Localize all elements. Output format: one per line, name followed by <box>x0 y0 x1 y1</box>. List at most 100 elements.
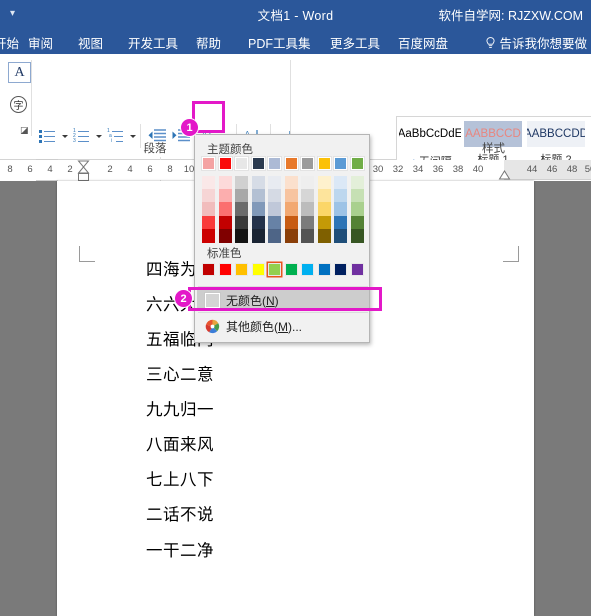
theme-color-variant-swatch[interactable] <box>202 189 215 203</box>
theme-color-variant-swatch[interactable] <box>284 215 298 230</box>
tab-developer[interactable]: 开发工具 <box>128 33 178 52</box>
multilevel-caret-icon[interactable] <box>130 135 136 138</box>
document-text-line: 九九归一 <box>146 400 214 419</box>
theme-color-swatch[interactable] <box>217 156 233 171</box>
theme-color-variant-swatch[interactable] <box>334 189 347 203</box>
theme-color-variant-swatch[interactable] <box>202 176 215 190</box>
theme-color-swatch[interactable] <box>283 156 299 171</box>
bullets-button[interactable] <box>38 127 58 145</box>
theme-color-variant-swatch[interactable] <box>268 176 281 190</box>
theme-color-variant-swatch[interactable] <box>350 176 364 190</box>
theme-color-swatch[interactable] <box>250 156 266 171</box>
standard-color-swatch[interactable] <box>251 263 265 276</box>
theme-color-variant-swatch[interactable] <box>268 228 281 243</box>
theme-color-variant-swatch[interactable] <box>202 202 215 217</box>
theme-color-swatch[interactable] <box>349 156 365 171</box>
theme-color-variant-swatch[interactable] <box>334 228 347 243</box>
theme-color-variant-swatch[interactable] <box>284 176 298 190</box>
theme-color-variant-swatch[interactable] <box>317 202 331 217</box>
theme-color-variant-swatch[interactable] <box>301 176 314 190</box>
theme-color-variant-swatch[interactable] <box>251 215 265 230</box>
theme-color-variant-swatch[interactable] <box>251 189 265 203</box>
tab-review[interactable]: 审阅 <box>28 33 53 52</box>
theme-color-variant-swatch[interactable] <box>301 215 314 230</box>
standard-color-swatch[interactable] <box>334 263 347 276</box>
standard-color-swatch[interactable] <box>350 263 364 276</box>
theme-color-variant-swatch[interactable] <box>235 202 248 217</box>
theme-color-variant-swatch[interactable] <box>350 202 364 217</box>
site-watermark: 软件自学网: RJZXW.COM <box>438 9 583 23</box>
theme-color-variant-swatch[interactable] <box>350 189 364 203</box>
tab-view[interactable]: 视图 <box>78 33 103 52</box>
numbering-caret-icon[interactable] <box>96 135 102 138</box>
theme-color-variant-swatch[interactable] <box>317 215 331 230</box>
theme-color-variant-swatch[interactable] <box>334 202 347 217</box>
theme-color-variant-swatch[interactable] <box>218 215 232 230</box>
standard-color-swatch[interactable] <box>218 263 232 276</box>
theme-color-swatch[interactable] <box>234 156 249 171</box>
theme-color-variant-swatch[interactable] <box>202 215 215 230</box>
theme-color-variant-swatch[interactable] <box>284 202 298 217</box>
theme-color-variant-swatch[interactable] <box>334 215 347 230</box>
theme-color-variant-swatch[interactable] <box>301 202 314 217</box>
theme-color-variant-swatch[interactable] <box>317 189 331 203</box>
theme-color-variant-swatch[interactable] <box>301 189 314 203</box>
theme-color-variant-swatch[interactable] <box>317 176 331 190</box>
tab-start[interactable]: 开始 <box>0 33 19 52</box>
theme-color-variant-swatch[interactable] <box>268 202 281 217</box>
theme-color-swatch[interactable] <box>316 156 332 171</box>
theme-color-variant-swatch[interactable] <box>251 228 265 243</box>
ruler-tick: 38 <box>452 164 464 175</box>
standard-color-swatch[interactable] <box>268 263 281 276</box>
theme-color-swatch[interactable] <box>333 156 348 171</box>
theme-color-variant-swatch[interactable] <box>235 189 248 203</box>
theme-color-variant-swatch[interactable] <box>218 189 232 203</box>
phonetic-guide-button[interactable]: 字 <box>10 96 27 113</box>
theme-color-variant-swatch[interactable] <box>350 215 364 230</box>
theme-color-variant-swatch[interactable] <box>284 189 298 203</box>
ruler-tick: 2 <box>107 164 113 175</box>
standard-color-swatch[interactable] <box>301 263 314 276</box>
right-indent-marker[interactable] <box>498 168 511 180</box>
theme-color-variant-swatch[interactable] <box>251 176 265 190</box>
theme-color-swatch[interactable] <box>267 156 282 171</box>
standard-colors-header: 标准色 <box>207 248 242 260</box>
left-indent-marker[interactable] <box>78 173 89 181</box>
theme-color-swatch[interactable] <box>201 156 216 171</box>
theme-color-variant-swatch[interactable] <box>218 202 232 217</box>
tab-baidu-pan[interactable]: 百度网盘 <box>398 33 448 52</box>
standard-color-swatch[interactable] <box>202 263 215 276</box>
text-effects-button[interactable]: A <box>8 62 31 83</box>
shading-color-dropdown[interactable]: 主题颜色 标准色 无颜色(N) 其他颜色(M)... <box>194 134 370 343</box>
theme-color-variant-swatch[interactable] <box>301 228 314 243</box>
no-color-menu-item[interactable]: 无颜色(N) <box>197 289 369 311</box>
theme-color-variant-swatch[interactable] <box>268 189 281 203</box>
theme-color-variant-swatch[interactable] <box>235 215 248 230</box>
tab-pdf-tools[interactable]: PDF工具集 <box>248 33 311 52</box>
bullets-caret-icon[interactable] <box>62 135 68 138</box>
more-colors-menu-item[interactable]: 其他颜色(M)... <box>197 315 369 337</box>
theme-color-variant-swatch[interactable] <box>251 202 265 217</box>
tab-help[interactable]: 帮助 <box>196 33 221 52</box>
theme-color-variant-swatch[interactable] <box>218 228 232 243</box>
tab-more-tools[interactable]: 更多工具 <box>330 33 380 52</box>
theme-color-variant-swatch[interactable] <box>284 228 298 243</box>
ruler-tick: 36 <box>432 164 444 175</box>
standard-color-swatch[interactable] <box>235 263 248 276</box>
tell-me-box[interactable]: 告诉我你想要做 <box>485 33 587 52</box>
document-text-line: 八面来风 <box>146 435 214 454</box>
theme-color-variant-swatch[interactable] <box>317 228 331 243</box>
standard-color-swatch[interactable] <box>284 263 298 276</box>
theme-color-variant-swatch[interactable] <box>202 228 215 243</box>
theme-color-variant-swatch[interactable] <box>235 228 248 243</box>
standard-color-swatch[interactable] <box>317 263 331 276</box>
theme-color-variant-swatch[interactable] <box>235 176 248 190</box>
theme-color-variant-swatch[interactable] <box>350 228 364 243</box>
font-dialog-launcher[interactable]: ◪ <box>20 126 29 135</box>
theme-color-swatch[interactable] <box>300 156 315 171</box>
ruler-tick: 40 <box>472 164 484 175</box>
theme-color-variant-swatch[interactable] <box>218 176 232 190</box>
numbering-button[interactable]: 1 2 3 <box>72 127 92 145</box>
theme-color-variant-swatch[interactable] <box>268 215 281 230</box>
theme-color-variant-swatch[interactable] <box>334 176 347 190</box>
